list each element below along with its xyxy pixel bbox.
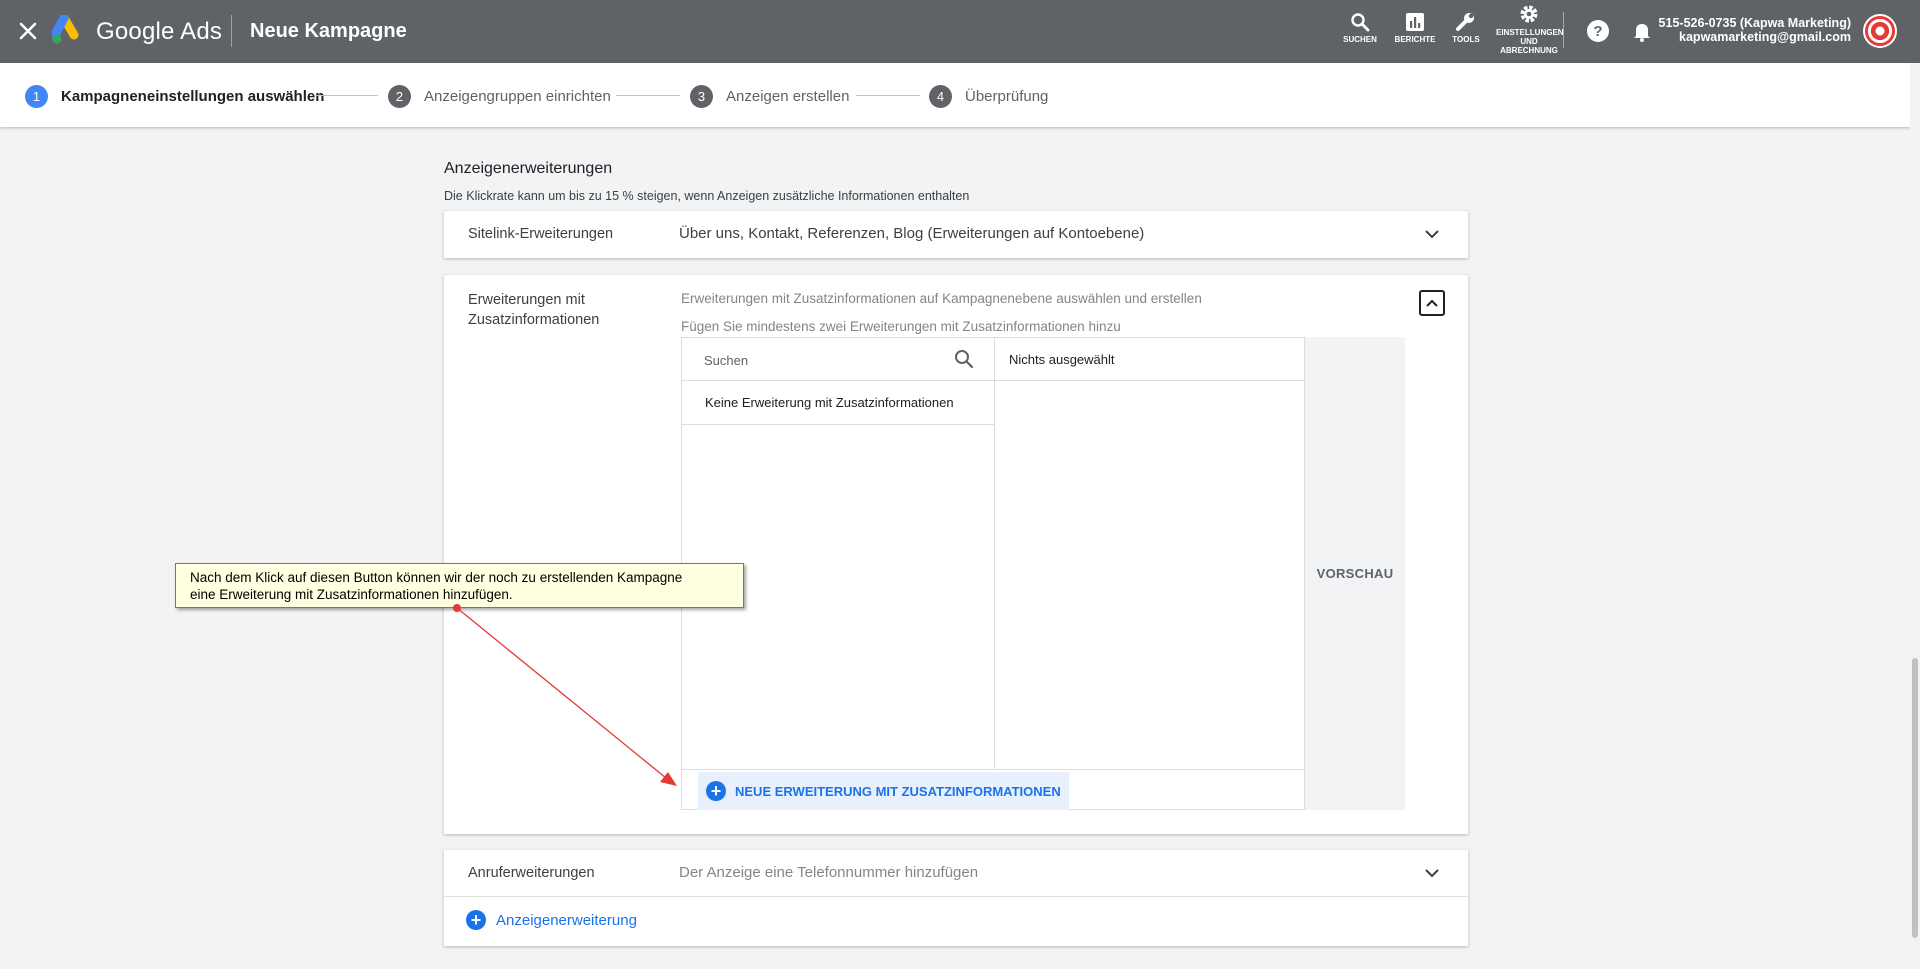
settings-billing-button[interactable]: EINSTELLUNGEN UND ABRECHNUNG: [1496, 3, 1564, 55]
google-ads-logo-icon: [50, 13, 84, 45]
account-info[interactable]: 515-526-0735 (Kapwa Marketing) kapwamark…: [1659, 16, 1851, 44]
header-divider: [231, 15, 232, 47]
step-number: 3: [690, 84, 713, 108]
annotation-tooltip: Nach dem Klick auf diesen Button können …: [175, 563, 744, 608]
search-icon: [1351, 13, 1370, 32]
avatar[interactable]: [1863, 14, 1897, 48]
search-input[interactable]: [704, 349, 944, 371]
settings-label-line3: ABRECHNUNG: [1500, 46, 1558, 55]
step-2[interactable]: 2 Anzeigengruppen einrichten: [388, 84, 611, 108]
add-extension-link[interactable]: + Anzeigenerweiterung: [466, 910, 637, 930]
step-number: 1: [25, 84, 48, 108]
empty-list-item: Keine Erweiterung mit Zusatzinformatione…: [682, 381, 994, 425]
plus-circle-icon: +: [466, 910, 486, 930]
account-email: kapwamarketing@gmail.com: [1679, 30, 1851, 44]
new-callout-button[interactable]: + NEUE ERWEITERUNG MIT ZUSATZINFORMATION…: [698, 772, 1069, 810]
svg-text:?: ?: [1593, 23, 1602, 40]
account-name: 515-526-0735 (Kapwa Marketing): [1658, 16, 1851, 30]
search-tool-label: SUCHEN: [1343, 35, 1377, 44]
step-label: Anzeigengruppen einrichten: [424, 87, 611, 105]
tools-tool-button[interactable]: TOOLS: [1450, 12, 1482, 44]
bar-chart-icon: [1406, 13, 1424, 31]
tools-tool-label: TOOLS: [1452, 35, 1480, 44]
chevron-down-icon[interactable]: [1420, 222, 1444, 246]
search-icon[interactable]: [954, 349, 974, 369]
tooltip-line1: Nach dem Klick auf diesen Button können …: [190, 570, 683, 585]
page-title: Neue Kampagne: [250, 20, 407, 42]
search-row: [682, 338, 994, 381]
settings-label-line1: EINSTELLUNGEN: [1496, 28, 1564, 37]
step-1[interactable]: 1 Kampagneneinstellungen auswählen: [25, 84, 324, 108]
plus-circle-icon: +: [706, 781, 726, 801]
scrollbar-thumb[interactable]: [1912, 658, 1918, 938]
brand-name: Google Ads: [96, 18, 223, 45]
gear-icon: [1520, 5, 1538, 23]
add-extension-label: Anzeigenerweiterung: [496, 911, 637, 929]
section-title: Anzeigenerweiterungen: [444, 160, 613, 177]
column-divider: [994, 338, 995, 769]
step-connector: [856, 95, 920, 96]
step-label: Überprüfung: [965, 87, 1049, 105]
preview-panel[interactable]: VORSCHAU: [1305, 337, 1405, 810]
step-connector: [314, 95, 378, 96]
chevron-down-icon[interactable]: [1420, 861, 1444, 885]
step-4[interactable]: 4 Überprüfung: [929, 84, 1048, 108]
reports-tool-button[interactable]: BERICHTE: [1394, 12, 1436, 44]
call-extensions-card: Anruferweiterungen Der Anzeige eine Tele…: [444, 850, 1468, 946]
wrench-icon: [1456, 13, 1474, 31]
top-app-bar: Google Ads Neue Kampagne SUCHEN BERICHTE…: [0, 0, 1920, 63]
reports-tool-label: BERICHTE: [1394, 35, 1436, 44]
chevron-up-icon[interactable]: [1419, 290, 1445, 316]
callout-extensions-card: Erweiterungen mit Zusatzinformationen Er…: [444, 275, 1468, 834]
callout-label-line2: Zusatzinformationen: [468, 312, 600, 328]
search-tool-button[interactable]: SUCHEN: [1342, 12, 1378, 44]
header-divider-right: [1563, 12, 1564, 48]
tooltip-line2: eine Erweiterung mit Zusatzinformationen…: [190, 587, 513, 602]
sitelink-value: Über uns, Kontakt, Referenzen, Blog (Erw…: [679, 225, 1145, 242]
new-callout-label: NEUE ERWEITERUNG MIT ZUSATZINFORMATIONEN: [735, 783, 1061, 799]
step-number: 2: [388, 84, 411, 108]
step-3[interactable]: 3 Anzeigen erstellen: [690, 84, 849, 108]
step-label: Anzeigen erstellen: [726, 87, 850, 105]
close-icon[interactable]: [14, 17, 42, 45]
help-icon[interactable]: ?: [1587, 20, 1609, 42]
campaign-stepper: 1 Kampagneneinstellungen auswählen 2 Anz…: [0, 63, 1910, 127]
picker-footer: + NEUE ERWEITERUNG MIT ZUSATZINFORMATION…: [682, 769, 1306, 811]
sitelink-label: Sitelink-Erweiterungen: [468, 226, 614, 242]
step-connector: [616, 95, 680, 96]
callout-label: Erweiterungen mit Zusatzinformationen: [468, 290, 599, 330]
notifications-bell-icon[interactable]: [1631, 20, 1653, 42]
callout-hint: Fügen Sie mindestens zwei Erweiterungen …: [681, 319, 1121, 334]
callout-picker: Keine Erweiterung mit Zusatzinformatione…: [681, 337, 1306, 811]
step-number: 4: [929, 84, 952, 108]
callout-label-line1: Erweiterungen mit: [468, 292, 585, 308]
callout-description: Erweiterungen mit Zusatzinformationen au…: [681, 291, 1202, 306]
call-label[interactable]: Anruferweiterungen: [468, 863, 595, 883]
call-value[interactable]: Der Anzeige eine Telefonnummer hinzufüge…: [679, 864, 978, 881]
section-subtitle: Die Klickrate kann um bis zu 15 % steige…: [444, 189, 970, 203]
settings-label-line2: UND: [1520, 37, 1538, 46]
selected-header: Nichts ausgewählt: [994, 338, 1306, 381]
sitelink-extensions-card[interactable]: Sitelink-Erweiterungen Über uns, Kontakt…: [444, 211, 1468, 258]
card-divider: [444, 896, 1468, 897]
step-label: Kampagneneinstellungen auswählen: [61, 87, 325, 105]
